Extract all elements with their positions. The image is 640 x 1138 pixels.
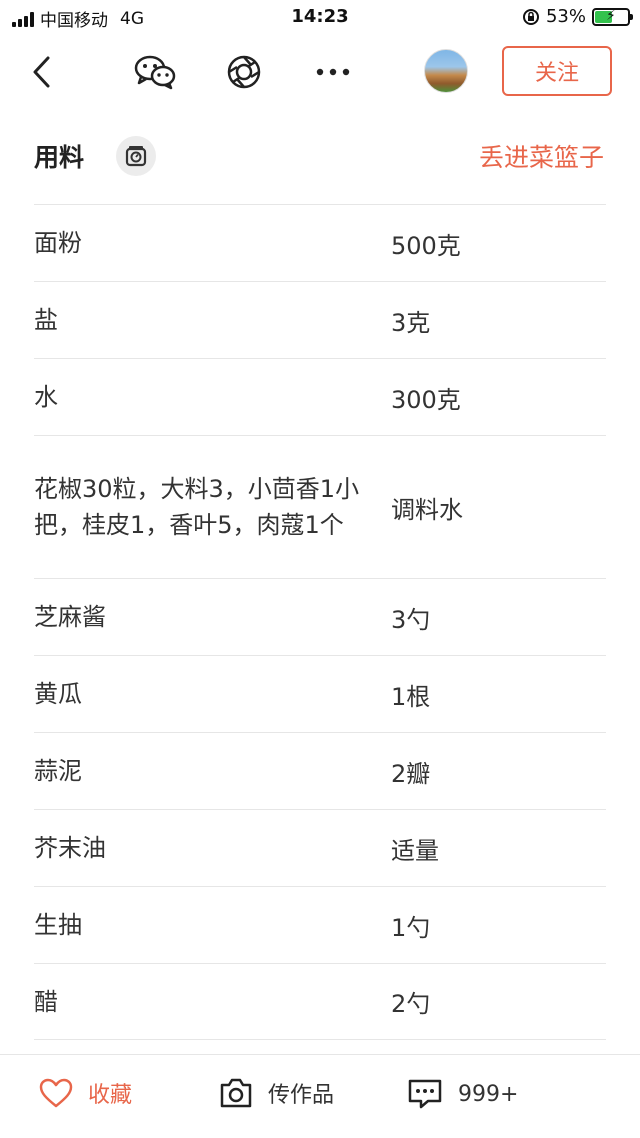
- ingredient-name: 芥末油: [34, 834, 106, 862]
- wechat-icon: [134, 55, 176, 90]
- status-bar: 中国移动 4G 14:23 53% ⚡: [0, 0, 640, 36]
- upload-work-button[interactable]: 传作品: [218, 1077, 334, 1109]
- ingredient-name: 花椒30粒，大料3，小茴香1小把，桂皮1，香叶5，肉蔻1个: [34, 475, 360, 539]
- ingredient-row: 芥末油 适量: [34, 809, 606, 886]
- ingredient-row: 芝麻酱 3勺: [34, 578, 606, 655]
- ingredient-row: 花椒30粒，大料3，小茴香1小把，桂皮1，香叶5，肉蔻1个 调料水: [34, 435, 606, 578]
- ingredient-name: 芝麻酱: [34, 603, 106, 631]
- ingredient-qty: 1根: [391, 682, 431, 711]
- chevron-left-icon: [33, 56, 50, 88]
- ingredient-row: 生抽 1勺: [34, 886, 606, 963]
- ingredient-name: 生抽: [34, 911, 82, 939]
- recipe-page: 中国移动 4G 14:23 53% ⚡ 关注 用料 丢进菜篮子 面粉 500克 …: [0, 0, 640, 1138]
- battery-icon: ⚡: [592, 7, 633, 26]
- ingredient-name: 水: [34, 383, 58, 411]
- nav-bar: 关注: [0, 36, 640, 108]
- favorite-button[interactable]: 收藏: [38, 1077, 132, 1109]
- kitchen-scale-icon: [125, 146, 147, 167]
- favorite-label: 收藏: [88, 1083, 133, 1108]
- ingredient-row: 水 300克: [34, 358, 606, 435]
- ingredient-qty: 500克: [391, 231, 461, 260]
- ingredient-qty: 300克: [391, 385, 461, 414]
- ingredients-header: 用料 丢进菜篮子: [0, 108, 640, 204]
- author-avatar[interactable]: [424, 49, 468, 93]
- add-to-basket-link[interactable]: 丢进菜篮子: [479, 138, 604, 174]
- charging-icon: ⚡: [606, 7, 616, 24]
- share-wechat-button[interactable]: [133, 50, 177, 94]
- ingredient-name: 盐: [34, 306, 58, 334]
- scale-button[interactable]: [116, 136, 156, 176]
- ingredient-qty: 1勺: [391, 913, 431, 942]
- ingredient-row: 醋 2勺: [34, 963, 606, 1040]
- ingredients-title: 用料: [34, 143, 85, 172]
- heart-icon: [39, 1078, 73, 1108]
- ingredient-row: 面粉 500克: [34, 204, 606, 281]
- rotation-lock-icon: [522, 8, 539, 25]
- bottom-action-bar: 收藏 传作品 999+: [0, 1054, 640, 1138]
- comment-icon: [408, 1079, 442, 1109]
- more-icon: [316, 68, 350, 76]
- ingredient-row: 蒜泥 2瓣: [34, 732, 606, 809]
- battery-percent: 53%: [545, 6, 586, 27]
- ingredient-qty: 适量: [391, 836, 439, 865]
- ingredient-qty: 3克: [391, 308, 431, 337]
- ingredient-row: 黄瓜 1根: [34, 655, 606, 732]
- ingredient-name: 面粉: [34, 229, 82, 257]
- follow-button[interactable]: 关注: [502, 46, 612, 96]
- status-right: 53% ⚡: [522, 6, 633, 27]
- upload-label: 传作品: [268, 1083, 335, 1108]
- ingredient-name: 黄瓜: [34, 680, 82, 708]
- moments-icon: [227, 55, 261, 89]
- back-button[interactable]: [20, 50, 64, 94]
- comments-count: 999+: [458, 1081, 519, 1107]
- ingredients-table: 面粉 500克 盐 3克 水 300克 花椒30粒，大料3，小茴香1小把，桂皮1…: [34, 204, 606, 1040]
- ingredient-qty: 2勺: [391, 990, 431, 1018]
- ingredient-row: 盐 3克: [34, 281, 606, 358]
- ingredient-qty: 调料水: [391, 495, 463, 524]
- camera-icon: [220, 1078, 252, 1108]
- ingredient-name: 醋: [34, 987, 58, 1016]
- comments-button[interactable]: 999+: [406, 1077, 518, 1111]
- ingredient-qty: 3勺: [391, 605, 431, 634]
- ingredient-qty: 2瓣: [391, 759, 431, 788]
- share-moments-button[interactable]: [222, 50, 266, 94]
- more-button[interactable]: [311, 50, 355, 94]
- ingredient-name: 蒜泥: [34, 757, 82, 785]
